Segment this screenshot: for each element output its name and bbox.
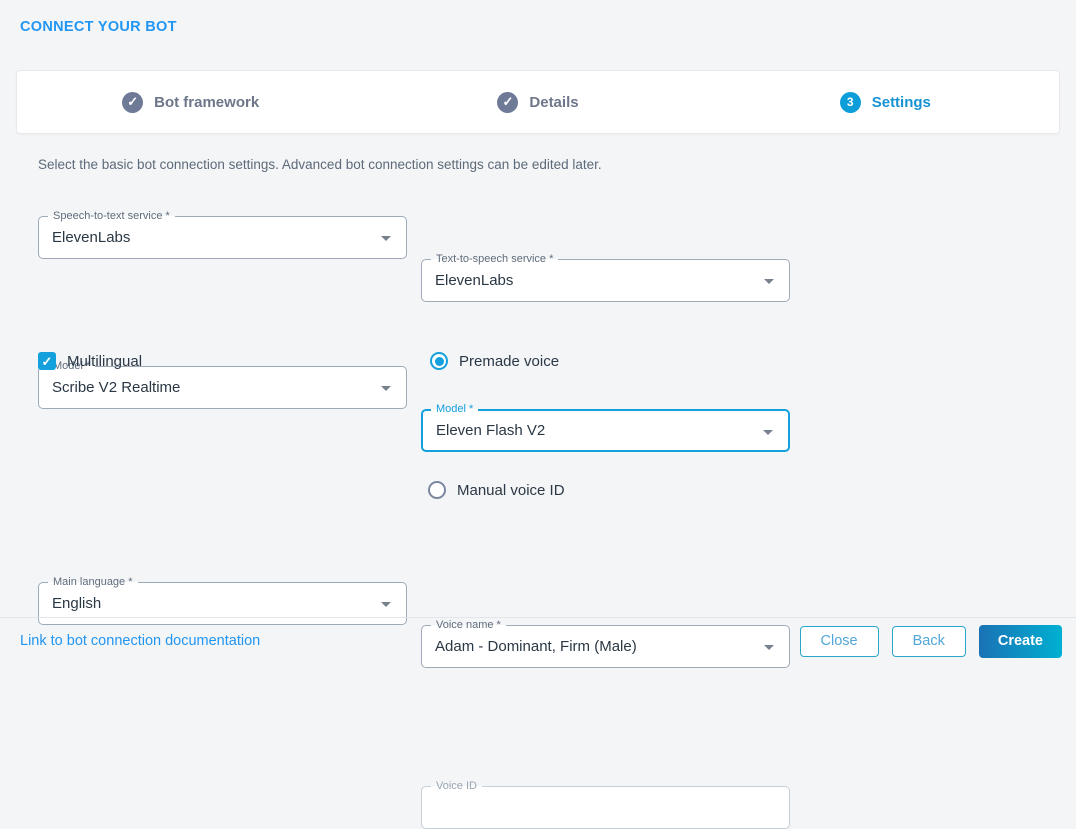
create-button[interactable]: Create xyxy=(978,624,1062,658)
radio-label: Manual voice ID xyxy=(457,481,565,499)
field-label: Voice ID xyxy=(431,780,482,793)
checkbox-checked-icon: ✓ xyxy=(38,352,56,370)
step-details[interactable]: ✓ Details xyxy=(364,91,711,113)
step-bot-framework[interactable]: ✓ Bot framework xyxy=(17,91,364,113)
chevron-down-icon xyxy=(764,279,774,284)
field-value: ElevenLabs xyxy=(52,229,131,246)
radio-selected-icon xyxy=(430,352,448,370)
multilingual-checkbox[interactable]: ✓ Multilingual xyxy=(38,352,142,370)
chevron-down-icon xyxy=(763,430,773,435)
back-button[interactable]: Back xyxy=(891,625,966,657)
step-label: Details xyxy=(529,93,579,111)
tts-model-select[interactable]: Model * Eleven Flash V2 xyxy=(421,403,790,452)
page-title: CONNECT YOUR BOT xyxy=(20,19,177,35)
field-label: Main language * xyxy=(48,576,138,589)
chevron-down-icon xyxy=(381,386,391,391)
premade-voice-radio[interactable]: Premade voice xyxy=(430,352,559,370)
check-icon: ✓ xyxy=(122,91,144,113)
chevron-down-icon xyxy=(381,602,391,607)
step-label: Settings xyxy=(871,93,931,111)
step-settings[interactable]: 3 Settings xyxy=(712,91,1059,113)
chevron-down-icon xyxy=(381,236,391,241)
field-label: Text-to-speech service * xyxy=(431,253,559,266)
stt-service-select[interactable]: Speech-to-text service * ElevenLabs xyxy=(38,210,407,259)
manual-voice-id-radio[interactable]: Manual voice ID xyxy=(428,481,565,499)
footer-bar: Link to bot connection documentation Clo… xyxy=(0,617,1076,664)
field-label: Speech-to-text service * xyxy=(48,210,175,223)
field-value: Scribe V2 Realtime xyxy=(52,379,181,396)
field-value: Eleven Flash V2 xyxy=(436,422,546,439)
step-label: Bot framework xyxy=(154,93,260,111)
check-icon: ✓ xyxy=(497,91,519,113)
stepper: ✓ Bot framework ✓ Details 3 Settings xyxy=(16,70,1060,134)
footer-buttons: Close Back Create xyxy=(799,624,1062,658)
step-number-badge: 3 xyxy=(839,91,861,113)
documentation-link[interactable]: Link to bot connection documentation xyxy=(20,633,260,649)
checkbox-label: Multilingual xyxy=(67,352,143,370)
stt-model-select[interactable]: Model * Scribe V2 Realtime xyxy=(38,360,407,409)
radio-unselected-icon xyxy=(428,481,446,499)
tts-service-select[interactable]: Text-to-speech service * ElevenLabs xyxy=(421,253,790,302)
close-button[interactable]: Close xyxy=(799,625,879,657)
field-value: ElevenLabs xyxy=(435,272,514,289)
settings-form: Speech-to-text service * ElevenLabs Text… xyxy=(38,210,790,829)
voice-id-input[interactable] xyxy=(422,787,789,828)
voice-id-field-wrap: Voice ID xyxy=(421,780,790,829)
radio-label: Premade voice xyxy=(459,352,560,370)
settings-description: Select the basic bot connection settings… xyxy=(38,157,602,172)
field-label: Model * xyxy=(431,403,479,416)
